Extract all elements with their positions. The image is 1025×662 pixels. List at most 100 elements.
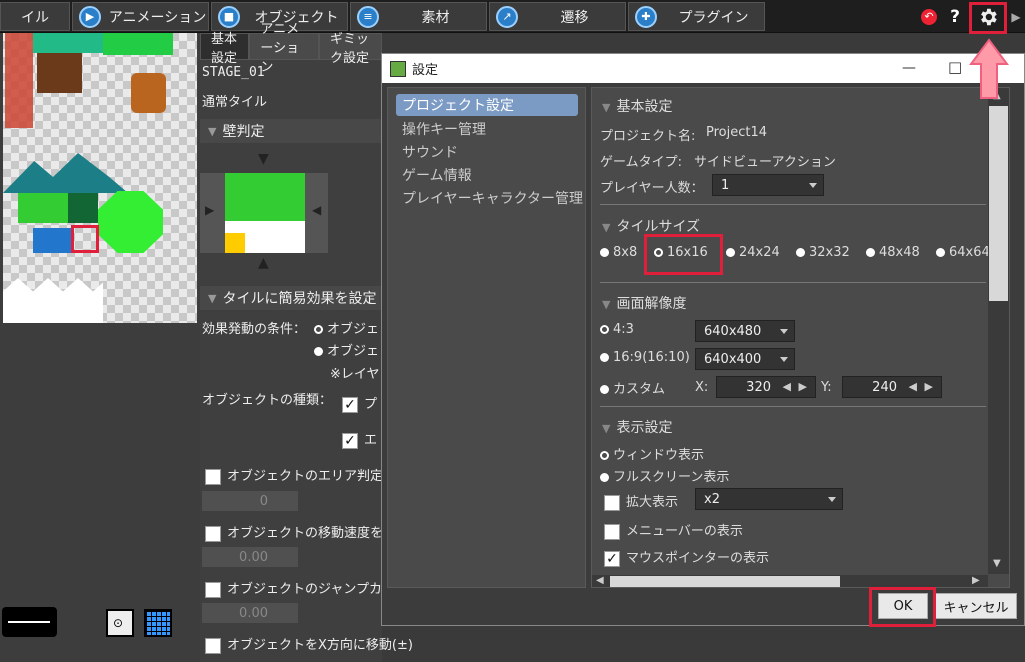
radio-icon bbox=[600, 353, 609, 362]
wall-section-header[interactable]: ▼ 壁判定 bbox=[200, 119, 382, 143]
object-kind-opt1[interactable]: ✓ プ bbox=[342, 393, 377, 413]
tilesize-64[interactable]: 64x64 bbox=[936, 245, 990, 260]
hscroll-thumb[interactable] bbox=[610, 576, 840, 587]
scroll-thumb[interactable] bbox=[989, 106, 1008, 301]
tile-palette: ⊙ bbox=[0, 33, 200, 662]
cancel-button[interactable]: キャンセル bbox=[935, 593, 1017, 619]
grid-toggle[interactable] bbox=[144, 609, 172, 637]
minimize-button[interactable]: — bbox=[902, 60, 916, 76]
display-fullscreen[interactable]: フルスクリーン表示 bbox=[600, 466, 729, 485]
tilesize-32[interactable]: 32x32 bbox=[796, 245, 850, 260]
arrow-down-icon[interactable]: ▼ bbox=[258, 151, 269, 167]
jump-spinner[interactable]: 0.00 bbox=[202, 603, 298, 623]
zoom-check[interactable]: 拡大表示 bbox=[604, 491, 678, 511]
wall-preview-top bbox=[225, 173, 305, 221]
tool-line[interactable] bbox=[2, 607, 57, 637]
highlight-settings bbox=[969, 2, 1007, 34]
mouse-check[interactable]: ✓ マウスポインターの表示 bbox=[604, 547, 769, 567]
radio-icon bbox=[600, 451, 609, 460]
annotation-arrow-icon bbox=[969, 38, 1009, 99]
custom-y-input[interactable]: 240 ◀ ▶ bbox=[842, 376, 942, 398]
radio-icon bbox=[600, 385, 609, 394]
tab-tile[interactable]: イル bbox=[0, 2, 70, 31]
spin-right-icon[interactable]: ▶ bbox=[799, 380, 807, 393]
res-custom[interactable]: カスタム bbox=[600, 378, 665, 397]
res-4-3-select[interactable]: 640x480 bbox=[695, 320, 795, 342]
layers-icon: ≡ bbox=[357, 5, 379, 28]
tab-gimmick[interactable]: ギミック設定 bbox=[318, 32, 382, 66]
zoom-select[interactable]: x2 bbox=[695, 488, 843, 510]
effect-section-header[interactable]: ▼ タイルに簡易効果を設定 bbox=[200, 286, 382, 310]
tab-anim[interactable]: アニメーション bbox=[249, 22, 319, 75]
scroll-down-icon[interactable]: ▼ bbox=[993, 558, 1001, 569]
undo-button[interactable]: ↶ bbox=[918, 5, 940, 29]
area-spinner[interactable]: 0 bbox=[202, 491, 298, 511]
res-4-3[interactable]: 4:3 bbox=[600, 322, 634, 337]
tilesize-8[interactable]: 8x8 bbox=[600, 245, 637, 260]
custom-x-input[interactable]: 320 ◀ ▶ bbox=[716, 376, 816, 398]
area-check[interactable]: オブジェクトのエリア判定 bbox=[205, 465, 383, 485]
effect-condition-opt1[interactable]: オブジェ bbox=[314, 318, 379, 337]
res-16-9-select[interactable]: 640x400 bbox=[695, 348, 795, 370]
tool-layer-view[interactable]: ⊙ bbox=[106, 609, 134, 637]
checkbox-icon bbox=[604, 523, 620, 540]
menubar-check[interactable]: メニューバーの表示 bbox=[604, 520, 743, 540]
nav-game-info[interactable]: ゲーム情報 bbox=[396, 164, 578, 186]
jump-check[interactable]: オブジェクトのジャンプカ bbox=[205, 578, 382, 598]
tab-transition[interactable]: ↗ 遷移 bbox=[489, 2, 626, 31]
chevron-down-icon bbox=[780, 357, 788, 362]
object-kind-opt1-label: プ bbox=[364, 397, 378, 412]
vertical-scrollbar[interactable]: ▲ ▼ bbox=[988, 88, 1009, 574]
nav-sound[interactable]: サウンド bbox=[396, 141, 578, 163]
tab-animation[interactable]: ▶ アニメーション bbox=[72, 2, 209, 31]
tile-snow bbox=[3, 278, 103, 323]
tab-plugin[interactable]: ✚ プラグイン bbox=[628, 2, 765, 31]
spin-left-icon[interactable]: ◀ bbox=[783, 380, 791, 393]
tab-plugin-label: プラグイン bbox=[678, 9, 749, 26]
res-16-9[interactable]: 16:9(16:10) bbox=[600, 350, 690, 365]
app-window: イル ▶ アニメーション ■ オブジェクト ≡ 素材 ↗ 遷移 ✚ プラグイン … bbox=[0, 0, 1025, 662]
display-window[interactable]: ウィンドウ表示 bbox=[600, 444, 704, 463]
speed-check[interactable]: オブジェクトの移動速度を bbox=[205, 522, 383, 542]
tab-assets-label: 素材 bbox=[421, 9, 450, 26]
speed-check-label: オブジェクトの移動速度を bbox=[227, 526, 384, 541]
tileset-image[interactable] bbox=[3, 33, 197, 323]
nav-project[interactable]: プロジェクト設定 bbox=[396, 94, 578, 116]
panel-expand-button[interactable]: ▶ bbox=[1009, 5, 1023, 29]
players-select[interactable]: 1 bbox=[712, 174, 824, 196]
object-kind-opt2[interactable]: ✓ エ bbox=[342, 429, 377, 449]
radio-icon bbox=[866, 248, 875, 257]
help-button[interactable]: ? bbox=[944, 5, 966, 29]
effect-condition-opt2[interactable]: オブジェ bbox=[314, 340, 379, 359]
arrow-left-icon[interactable]: ◀ bbox=[312, 203, 321, 217]
y-label: Y: bbox=[821, 380, 832, 395]
eye-icon: ⊙ bbox=[113, 616, 124, 630]
dialog-titlebar[interactable]: 設定 — □ bbox=[382, 54, 1024, 83]
scroll-right-icon[interactable]: ▶ bbox=[972, 575, 980, 586]
radio-icon bbox=[726, 248, 735, 257]
spin-right-icon[interactable]: ▶ bbox=[925, 380, 933, 393]
tile-pipe bbox=[68, 193, 98, 223]
tilesize-24[interactable]: 24x24 bbox=[726, 245, 780, 260]
collapse-icon: ▼ bbox=[602, 221, 611, 234]
speed-spinner[interactable]: 0.00 bbox=[202, 547, 298, 567]
tab-basic[interactable]: 基本設定 bbox=[200, 32, 250, 66]
line-icon bbox=[8, 621, 50, 623]
scroll-left-icon[interactable]: ◀ bbox=[596, 575, 604, 586]
move-x-check-label: オブジェクトをX方向に移動(±) bbox=[227, 638, 413, 653]
maximize-button[interactable]: □ bbox=[948, 58, 962, 76]
wall-editor[interactable]: ▶ ◀ bbox=[200, 173, 328, 253]
arrow-right-icon[interactable]: ▶ bbox=[205, 203, 214, 217]
arrow-up-icon[interactable]: ▲ bbox=[258, 255, 269, 271]
nav-keys[interactable]: 操作キー管理 bbox=[396, 118, 578, 140]
move-x-check[interactable]: オブジェクトをX方向に移動(±) bbox=[205, 634, 413, 654]
area-value: 0 bbox=[259, 493, 268, 509]
collapse-icon: ▼ bbox=[602, 298, 611, 311]
checkbox-icon bbox=[205, 581, 221, 598]
display-fullscreen-label: フルスクリーン表示 bbox=[613, 470, 730, 485]
spin-left-icon[interactable]: ◀ bbox=[909, 380, 917, 393]
radio-icon bbox=[314, 325, 323, 334]
tilesize-8-label: 8x8 bbox=[613, 245, 638, 260]
nav-player[interactable]: プレイヤーキャラクター管理 bbox=[396, 187, 583, 209]
tilesize-48[interactable]: 48x48 bbox=[866, 245, 920, 260]
